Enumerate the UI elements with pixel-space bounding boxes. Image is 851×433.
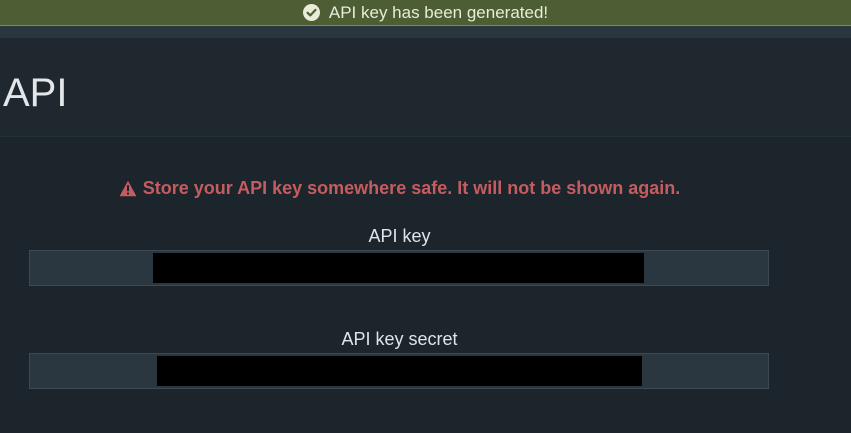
top-strip xyxy=(0,26,851,38)
api-key-label: API key xyxy=(368,226,431,246)
page-title: API xyxy=(3,71,68,115)
check-circle-icon xyxy=(302,4,320,21)
notification-message: API key has been generated! xyxy=(328,2,549,22)
warning-message: Store your API key somewhere safe. It wi… xyxy=(0,176,799,200)
api-key-field[interactable] xyxy=(29,250,769,286)
api-key-secret-label: API key secret xyxy=(341,329,458,349)
api-key-secret-redaction xyxy=(157,356,642,386)
page-header xyxy=(0,38,851,136)
success-notification-banner: API key has been generated! xyxy=(0,0,851,26)
warning-text: Store your API key somewhere safe. It wi… xyxy=(142,177,681,198)
warning-triangle-icon xyxy=(119,180,137,197)
api-key-redaction xyxy=(153,253,644,283)
api-key-secret-field[interactable] xyxy=(29,353,769,389)
success-notification: API key has been generated! xyxy=(302,2,549,23)
